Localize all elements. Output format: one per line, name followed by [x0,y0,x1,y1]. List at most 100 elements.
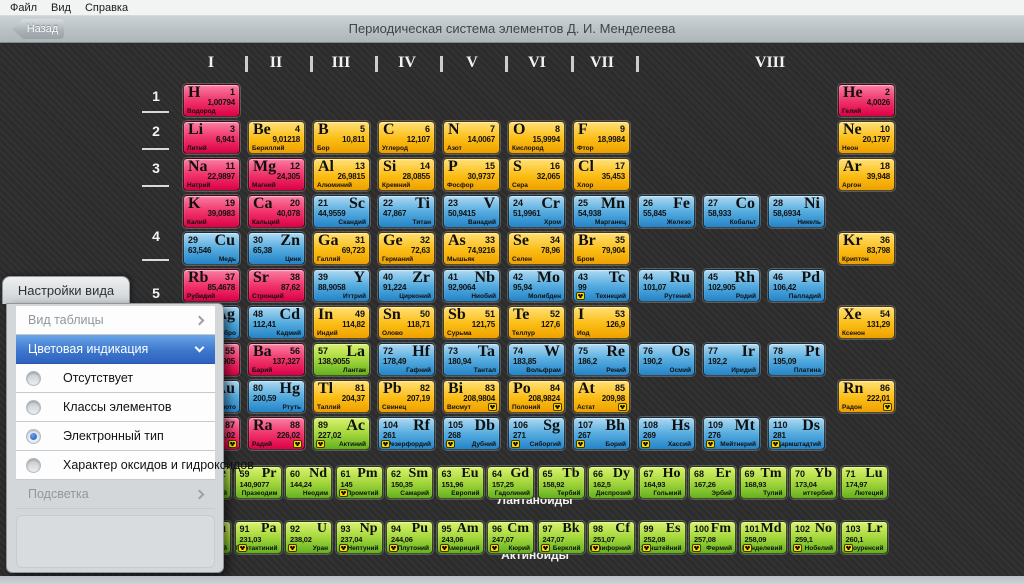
element-cell-Es[interactable]: Es99252,08Эйнштейний [639,521,686,554]
element-cell-Zn[interactable]: Zn3065,38Цинк [248,232,305,265]
element-cell-Os[interactable]: Os76190,2Осмий [638,343,695,376]
element-cell-Rn[interactable]: Rn86222,01Радон [838,380,895,413]
element-cell-Hf[interactable]: Hf72178,49Гафний [378,343,435,376]
element-cell-Mg[interactable]: Mg1224,305Магний [248,158,305,191]
element-cell-I[interactable]: I53126,9Иод [573,306,630,339]
element-cell-Eu[interactable]: Eu63151,96Европий [437,466,484,499]
element-cell-Bk[interactable]: Bk97247,07Берклий [538,521,585,554]
element-cell-Mt[interactable]: Mt109276Мейтнерий [703,417,760,450]
element-cell-Xe[interactable]: Xe54131,29Ксенон [838,306,895,339]
element-cell-Cd[interactable]: Cd48112,41Кадмий [248,306,305,339]
element-cell-Mo[interactable]: Mo4295,94Молибден [508,269,565,302]
element-cell-Te[interactable]: Te52127,6Теллур [508,306,565,339]
element-cell-Bh[interactable]: Bh107267Борий [573,417,630,450]
element-cell-Np[interactable]: Np93237,04Нептуний [336,521,383,554]
element-cell-Y[interactable]: Y3988,9058Иттрий [313,269,370,302]
element-cell-Sc[interactable]: Sc2144,9559Скандий [313,195,370,228]
element-cell-Ta[interactable]: Ta73180,94Тантал [443,343,500,376]
element-cell-Ru[interactable]: Ru44101,07Рутений [638,269,695,302]
element-cell-Rb[interactable]: Rb3785,4678Рубидий [183,269,240,302]
element-cell-K[interactable]: K1939,0983Калий [183,195,240,228]
element-cell-Ho[interactable]: Ho67164,93Гольмий [639,466,686,499]
element-cell-Ac[interactable]: Ac89227,02Актиний [313,417,370,450]
element-cell-C[interactable]: C612,107Углерод [378,121,435,154]
element-cell-Li[interactable]: Li36,941Литий [183,121,240,154]
element-cell-As[interactable]: As3374,9216Мышьяк [443,232,500,265]
element-cell-Dy[interactable]: Dy66162,5Диспрозий [588,466,635,499]
element-cell-Tb[interactable]: Tb65158,92Тербий [538,466,585,499]
element-cell-Ti[interactable]: Ti2247,867Титан [378,195,435,228]
element-cell-Ar[interactable]: Ar1839,948Аргон [838,158,895,191]
element-cell-Rf[interactable]: Rf104261Резерфордий [378,417,435,450]
element-cell-Pm[interactable]: Pm61145Прометий [336,466,383,499]
element-cell-Ni[interactable]: Ni2858,6934Никель [768,195,825,228]
panel-item-7[interactable]: Подсветка [16,480,215,509]
element-cell-Nb[interactable]: Nb4192,9064Ниобий [443,269,500,302]
element-cell-Md[interactable]: Md101258,09Менделевий [740,521,787,554]
element-cell-Sr[interactable]: Sr3887,62Стронций [248,269,305,302]
element-cell-In[interactable]: In49114,82Индий [313,306,370,339]
radio-option-6[interactable]: Характер оксидов и гидроксидов [16,451,215,480]
element-cell-Cm[interactable]: Cm96247,07Кюрий [487,521,534,554]
element-cell-Nd[interactable]: Nd60144,24Неодим [285,466,332,499]
element-cell-F[interactable]: F918,9984Фтор [573,121,630,154]
element-cell-Tl[interactable]: Tl81204,37Таллий [313,380,370,413]
element-cell-Cl[interactable]: Cl1735,453Хлор [573,158,630,191]
element-cell-Cu[interactable]: Cu2963,546Медь [183,232,240,265]
element-cell-At[interactable]: At85209,98Астат [573,380,630,413]
element-cell-Ga[interactable]: Ga3169,723Галлий [313,232,370,265]
element-cell-Na[interactable]: Na1122,9897Натрий [183,158,240,191]
element-cell-V[interactable]: V2350,9415Ванадий [443,195,500,228]
element-cell-Br[interactable]: Br3579,904Бром [573,232,630,265]
element-cell-Sb[interactable]: Sb51121,75Сурьма [443,306,500,339]
element-cell-Fm[interactable]: Fm100257,08Фермий [689,521,736,554]
element-cell-Gd[interactable]: Gd64157,25Гадолиний [487,466,534,499]
element-cell-Yb[interactable]: Yb70173,04иттербий [790,466,837,499]
element-cell-Zr[interactable]: Zr4091,224Цирконий [378,269,435,302]
element-cell-Cf[interactable]: Cf98251,07Калифорний [588,521,635,554]
element-cell-Al[interactable]: Al1326,9815Алюминий [313,158,370,191]
element-cell-Er[interactable]: Er68167,26Эрбий [689,466,736,499]
element-cell-Re[interactable]: Re75186,2Рений [573,343,630,376]
element-cell-Pd[interactable]: Pd46106,42Палладий [768,269,825,302]
element-cell-Hg[interactable]: Hg80200,59Ртуть [248,380,305,413]
element-cell-Ne[interactable]: Ne1020,1797Неон [838,121,895,154]
element-cell-Ba[interactable]: Ba56137,327Барий [248,343,305,376]
menu-item-1[interactable]: Файл [10,2,37,14]
radio-selected-icon[interactable] [26,429,41,444]
element-cell-Rh[interactable]: Rh45102,905Родий [703,269,760,302]
menu-item-3[interactable]: Справка [85,2,128,14]
radio-icon[interactable] [26,458,41,473]
radio-icon[interactable] [26,400,41,415]
element-cell-Tm[interactable]: Tm69168,93Тулий [740,466,787,499]
element-cell-U[interactable]: U92238,02Уран [285,521,332,554]
element-cell-Po[interactable]: Po84208,9824Полоний [508,380,565,413]
element-cell-Tc[interactable]: Tc4399Технеций [573,269,630,302]
element-cell-Sg[interactable]: Sg106271Сиборгий [508,417,565,450]
element-cell-Ir[interactable]: Ir77192,2Иридий [703,343,760,376]
element-cell-Ca[interactable]: Ca2040,078Кальций [248,195,305,228]
element-cell-O[interactable]: O815,9994Кислород [508,121,565,154]
element-cell-Kr[interactable]: Kr3683,798Криптон [838,232,895,265]
element-cell-Co[interactable]: Co2758,933Кобальт [703,195,760,228]
element-cell-Ge[interactable]: Ge3272,63Германий [378,232,435,265]
element-cell-Ds[interactable]: Ds110281Дармштадтий [768,417,825,450]
element-cell-Db[interactable]: Db105268Дубний [443,417,500,450]
element-cell-Si[interactable]: Si1428,0855Кремний [378,158,435,191]
panel-item-2[interactable]: Цветовая индикация [16,335,215,364]
element-cell-Fe[interactable]: Fe2655,845Железо [638,195,695,228]
element-cell-N[interactable]: N714,0067Азот [443,121,500,154]
menu-item-2[interactable]: Вид [51,2,71,14]
element-cell-Be[interactable]: Be49,01218Бериллий [248,121,305,154]
element-cell-No[interactable]: No102259,1Нобелий [790,521,837,554]
radio-icon[interactable] [26,371,41,386]
element-cell-Se[interactable]: Se3478,96Селен [508,232,565,265]
element-cell-Lr[interactable]: Lr103260,1Лоуренсий [841,521,888,554]
element-cell-Mn[interactable]: Mn2554,938Марганец [573,195,630,228]
element-cell-Ra[interactable]: Ra88226,02Радий [248,417,305,450]
panel-item-1[interactable]: Вид таблицы [16,306,215,335]
settings-panel-tab[interactable]: Настройки вида [2,276,130,304]
element-cell-Hs[interactable]: Hs108269Хассий [638,417,695,450]
element-cell-Pa[interactable]: Pa91231,03Протактиний [235,521,282,554]
radio-option-5[interactable]: Электронный тип [16,422,215,451]
